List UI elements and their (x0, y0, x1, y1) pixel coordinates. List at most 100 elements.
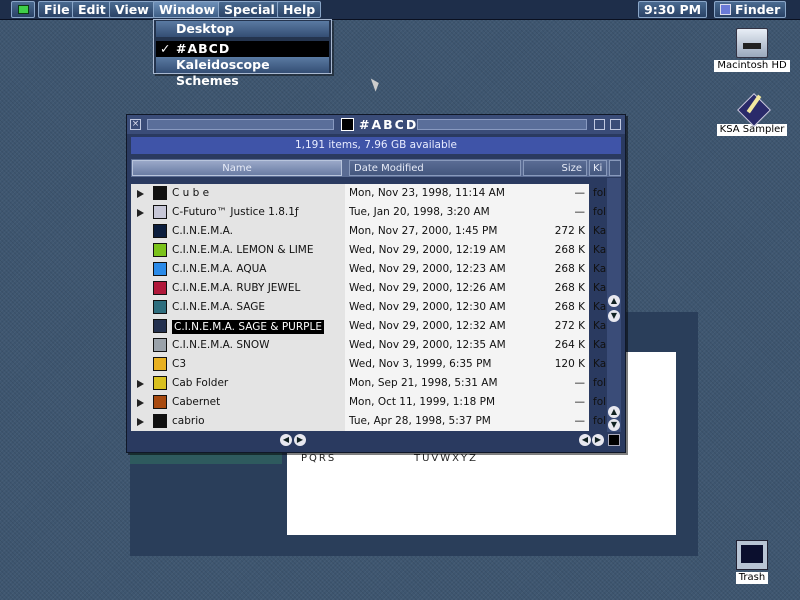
table-row[interactable]: C.I.N.E.M.A. AQUA Wed, Nov 29, 2000, 12:2… (131, 260, 607, 279)
table-row[interactable]: C.I.N.E.M.A. SNOW Wed, Nov 29, 2000, 12:3… (131, 336, 607, 355)
table-row[interactable]: C u b e Mon, Nov 23, 1998, 11:14 AM — fol (131, 184, 607, 203)
file-name[interactable]: C3 (172, 355, 186, 374)
folder-icon[interactable] (153, 186, 167, 200)
table-row[interactable]: C.I.N.E.M.A. RUBY JEWEL Wed, Nov 29, 2000… (131, 279, 607, 298)
disclosure-triangle-icon[interactable] (137, 380, 144, 388)
scroll-down-arrow-icon[interactable]: ▼ (608, 419, 620, 431)
table-row[interactable]: Cab Folder Mon, Sep 21, 1998, 5:31 AM — fol (131, 374, 607, 393)
folder-icon[interactable] (153, 395, 167, 409)
scroll-left-arrow-icon[interactable]: ◀ (280, 434, 292, 446)
file-name[interactable]: C.I.N.E.M.A. SNOW (172, 336, 270, 355)
grow-box-icon[interactable] (608, 434, 620, 446)
menu-edit[interactable]: Edit (72, 1, 112, 18)
file-name[interactable]: C.I.N.E.M.A. RUBY JEWEL (172, 279, 300, 298)
file-name[interactable]: C.I.N.E.M.A. SAGE & PURPLE (172, 320, 324, 334)
kaleidoscope-scheme-icon[interactable] (153, 281, 167, 295)
menu-view[interactable]: View (109, 1, 155, 18)
kaleidoscope-scheme-icon[interactable] (153, 338, 167, 352)
horizontal-scrollbar[interactable] (131, 433, 607, 447)
kaleidoscope-scheme-icon[interactable] (153, 300, 167, 314)
column-header-kind[interactable]: Ki (589, 160, 607, 176)
desktop-icon-label: Macintosh HD (714, 60, 790, 72)
table-row[interactable]: C.I.N.E.M.A. Mon, Nov 27, 2000, 1:45 PM 27… (131, 222, 607, 241)
scroll-down-arrow-icon[interactable]: ▼ (608, 310, 620, 322)
menu-help[interactable]: Help (277, 1, 322, 18)
desktop-icon-ksa-sampler[interactable]: KSA Sampler (714, 92, 790, 136)
scroll-up-arrow-icon[interactable]: ▲ (608, 406, 620, 418)
file-name[interactable]: cabrio (172, 412, 205, 431)
file-list: C u b e Mon, Nov 23, 1998, 11:14 AM — fol C-… (131, 178, 607, 432)
zoom-box-icon[interactable] (594, 119, 605, 130)
file-kind: fol (593, 377, 607, 389)
table-row[interactable]: cabrio Tue, Apr 28, 1998, 5:37 PM — fol (131, 412, 607, 431)
date-modified: Tue, Apr 28, 1998, 5:37 PM (349, 415, 491, 427)
menu-item-abcd[interactable]: ✓ #ABCD (156, 41, 329, 57)
disclosure-triangle-icon[interactable] (137, 190, 144, 198)
disclosure-triangle-icon[interactable] (137, 399, 144, 407)
kaleidoscope-scheme-icon[interactable] (153, 357, 167, 371)
close-box-icon[interactable]: × (130, 119, 141, 130)
kaleidoscope-scheme-icon (736, 92, 768, 122)
file-kind: Ka (593, 358, 607, 370)
kaleidoscope-scheme-icon[interactable] (153, 262, 167, 276)
menu-bar: File Edit View Window Special Help 9:30 … (0, 0, 800, 20)
disclosure-triangle-icon[interactable] (137, 418, 144, 426)
desktop-icon-trash[interactable]: Trash (714, 540, 790, 584)
column-header-size[interactable]: Size (523, 160, 587, 176)
file-size: 272 K (554, 225, 585, 237)
finder-icon (720, 4, 731, 15)
date-modified: Wed, Nov 29, 2000, 12:32 AM (349, 320, 506, 332)
file-name[interactable]: C.I.N.E.M.A. SAGE (172, 298, 265, 317)
menu-clock[interactable]: 9:30 PM (638, 1, 708, 18)
file-kind: fol (593, 187, 607, 199)
table-row[interactable]: Cabernet Mon, Oct 11, 1999, 1:18 PM — fol (131, 393, 607, 412)
file-name[interactable]: C u b e (172, 184, 209, 203)
application-menu[interactable]: Finder (714, 1, 787, 18)
folder-icon[interactable] (153, 414, 167, 428)
column-header-date-modified[interactable]: Date Modified (349, 160, 521, 176)
finder-window[interactable]: × #ABCD 1,191 items, 7.96 GB available N… (126, 114, 626, 453)
column-header-name[interactable]: Name (132, 160, 342, 176)
file-name[interactable]: C.I.N.E.M.A. LEMON & LIME (172, 241, 314, 260)
scroll-left-arrow-icon[interactable]: ◀ (579, 434, 591, 446)
table-row[interactable]: C.I.N.E.M.A. SAGE & PURPLE Wed, Nov 29, 2… (131, 317, 607, 336)
menu-item-label: Desktop (176, 21, 235, 36)
file-name[interactable]: C-Futuro™ Justice 1.8.1ƒ (172, 203, 299, 222)
date-modified: Mon, Nov 27, 2000, 1:45 PM (349, 225, 498, 237)
collapse-box-icon[interactable] (610, 119, 621, 130)
menu-special[interactable]: Special (218, 1, 281, 18)
file-name[interactable]: Cabernet (172, 393, 220, 412)
menu-item-kaleidoscope-schemes[interactable]: Kaleidoscope Schemes (156, 57, 329, 88)
folder-icon (341, 118, 354, 131)
menu-window[interactable]: Window (153, 1, 222, 18)
menu-file[interactable]: File (38, 1, 76, 18)
sort-order-button[interactable] (609, 160, 621, 176)
desktop-icon-macintosh-hd[interactable]: Macintosh HD (714, 28, 790, 72)
document-text-pqrs: PQRS (301, 453, 337, 464)
scroll-right-arrow-icon[interactable]: ▶ (592, 434, 604, 446)
menu-item-desktop[interactable]: Desktop (156, 21, 329, 37)
date-modified: Mon, Sep 21, 1998, 5:31 AM (349, 377, 498, 389)
file-name[interactable]: C.I.N.E.M.A. (172, 222, 233, 241)
file-name[interactable]: C.I.N.E.M.A. AQUA (172, 260, 266, 279)
apple-menu-icon[interactable] (11, 1, 35, 18)
kaleidoscope-scheme-icon[interactable] (153, 243, 167, 257)
kaleidoscope-scheme-icon[interactable] (153, 319, 167, 333)
file-size: 120 K (554, 358, 585, 370)
file-size: — (574, 187, 586, 199)
table-row[interactable]: C.I.N.E.M.A. LEMON & LIME Wed, Nov 29, 20… (131, 241, 607, 260)
folder-icon[interactable] (153, 205, 167, 219)
scroll-right-arrow-icon[interactable]: ▶ (294, 434, 306, 446)
table-row[interactable]: C.I.N.E.M.A. SAGE Wed, Nov 29, 2000, 12:3… (131, 298, 607, 317)
table-row[interactable]: C-Futuro™ Justice 1.8.1ƒ Tue, Jan 20, 199… (131, 203, 607, 222)
scroll-up-arrow-icon[interactable]: ▲ (608, 295, 620, 307)
kaleidoscope-scheme-icon[interactable] (153, 224, 167, 238)
disclosure-triangle-icon[interactable] (137, 209, 144, 217)
date-modified: Wed, Nov 29, 2000, 12:35 AM (349, 339, 506, 351)
table-row[interactable]: C3 Wed, Nov 3, 1999, 6:35 PM 120 K Ka (131, 355, 607, 374)
file-name[interactable]: Cab Folder (172, 374, 228, 393)
window-title-bar[interactable]: × #ABCD (127, 115, 625, 134)
file-kind: Ka (593, 320, 607, 332)
folder-icon[interactable] (153, 376, 167, 390)
date-modified: Tue, Jan 20, 1998, 3:20 AM (349, 206, 490, 218)
